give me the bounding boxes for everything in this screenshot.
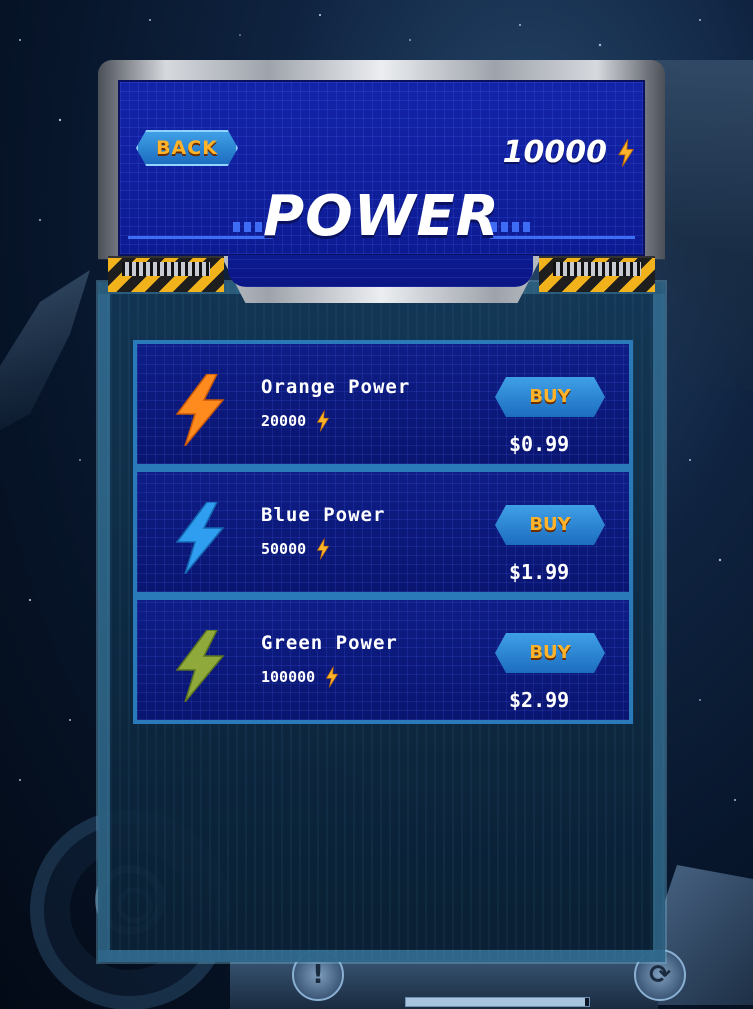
shop-header: BACK 10000 POWER xyxy=(98,60,665,303)
lightning-bolt-icon xyxy=(618,138,635,167)
product-price: $0.99 xyxy=(509,432,570,456)
lightning-bolt-icon xyxy=(325,666,339,688)
product-amount: 100000 xyxy=(261,668,316,686)
lightning-bolt-icon xyxy=(316,410,330,432)
product-amount-group: 50000 xyxy=(261,538,330,560)
product-name: Green Power xyxy=(261,632,398,654)
header-screen-tab xyxy=(228,255,533,287)
back-button[interactable]: BACK xyxy=(136,130,238,166)
hazard-stripe-left xyxy=(108,256,224,292)
page-title: POWER xyxy=(263,184,500,249)
buy-button[interactable]: BUY xyxy=(495,377,605,417)
product-name: Orange Power xyxy=(261,376,411,398)
hazard-stripe-right xyxy=(539,256,655,292)
product-price: $1.99 xyxy=(509,560,570,584)
currency-display: 10000 xyxy=(503,135,635,170)
orange-lightning-icon xyxy=(175,374,225,446)
currency-amount: 10000 xyxy=(502,135,607,170)
product-amount-group: 100000 xyxy=(261,666,339,688)
product-name: Blue Power xyxy=(261,504,386,526)
buy-button[interactable]: BUY xyxy=(495,633,605,673)
bottom-progress-fill xyxy=(406,998,586,1006)
spaceship-silhouette xyxy=(0,270,90,430)
product-row-blue: Blue Power 50000 BUY $1.99 xyxy=(133,468,633,596)
product-amount-group: 20000 xyxy=(261,410,330,432)
green-lightning-icon xyxy=(175,630,225,702)
bottom-progress-bar xyxy=(405,997,590,1007)
product-row-green: Green Power 100000 BUY $2.99 xyxy=(133,596,633,724)
product-price: $2.99 xyxy=(509,688,570,712)
product-row-orange: Orange Power 20000 BUY $0.99 xyxy=(133,340,633,468)
product-amount: 20000 xyxy=(261,412,307,430)
blue-lightning-icon xyxy=(175,502,225,574)
product-list: Orange Power 20000 BUY $0.99 Blue Power … xyxy=(133,340,633,724)
buy-button[interactable]: BUY xyxy=(495,505,605,545)
product-amount: 50000 xyxy=(261,540,307,558)
lightning-bolt-icon xyxy=(316,538,330,560)
